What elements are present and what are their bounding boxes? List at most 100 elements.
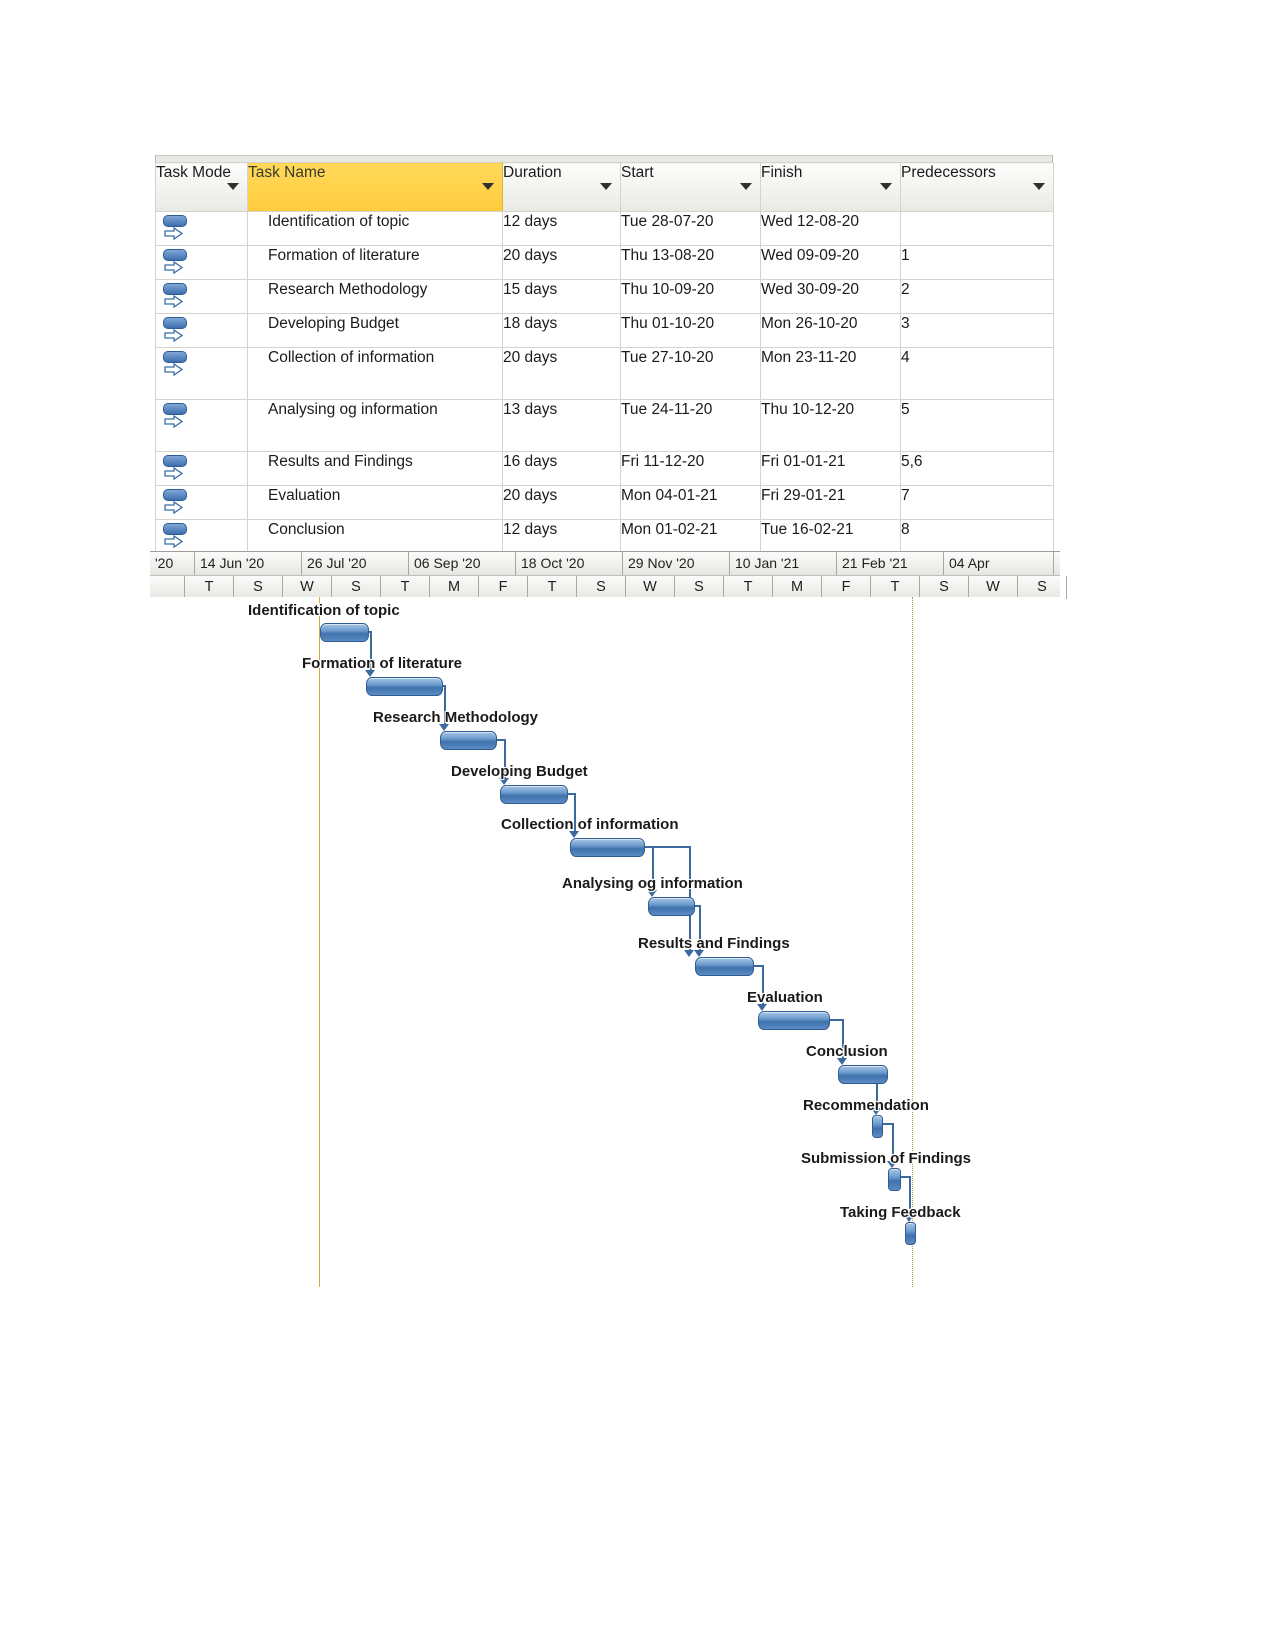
timescale-header: '20 14 Jun '20 26 Jul '20 06 Sep '20 18 Oct … (150, 551, 1067, 600)
right-arrow-icon (164, 415, 183, 428)
gantt-bar[interactable] (838, 1065, 888, 1084)
cell-predecessors[interactable]: 3 (900, 313, 1054, 348)
gantt-bar[interactable] (872, 1115, 883, 1138)
table-row[interactable]: Collection of information 20 days Tue 27-1… (155, 347, 1054, 400)
cell-duration[interactable]: 16 days (502, 451, 621, 486)
cell-task-name[interactable]: Formation of literature (247, 245, 503, 280)
gantt-bar[interactable] (440, 731, 497, 750)
gantt-chart-area[interactable]: Identification of topic Formation of lite… (150, 597, 1060, 1287)
gantt-bar[interactable] (648, 897, 695, 916)
cell-task-mode[interactable] (155, 245, 248, 280)
cell-task-name[interactable]: Evaluation (247, 485, 503, 520)
cell-predecessors[interactable]: 8 (900, 519, 1054, 554)
cell-start[interactable]: Tue 24-11-20 (620, 399, 761, 452)
cell-predecessors[interactable]: 1 (900, 245, 1054, 280)
cell-finish[interactable]: Mon 23-11-20 (760, 347, 901, 400)
cell-duration[interactable]: 20 days (502, 485, 621, 520)
cell-finish[interactable]: Wed 09-09-20 (760, 245, 901, 280)
cell-duration[interactable]: 20 days (502, 347, 621, 400)
cell-task-mode[interactable] (155, 399, 248, 452)
manually-scheduled-icon (162, 215, 188, 245)
manually-scheduled-icon (162, 489, 188, 519)
column-header-duration-label: Duration (503, 164, 562, 181)
cell-predecessors[interactable]: 5,6 (900, 451, 1054, 486)
cell-duration[interactable]: 15 days (502, 279, 621, 314)
cell-duration[interactable]: 18 days (502, 313, 621, 348)
cell-finish[interactable]: Thu 10-12-20 (760, 399, 901, 452)
cell-task-name[interactable]: Developing Budget (247, 313, 503, 348)
cell-duration[interactable]: 12 days (502, 211, 621, 246)
timescale-minor-cell: W (626, 576, 675, 599)
cell-task-mode[interactable] (155, 313, 248, 348)
cell-predecessors[interactable]: 4 (900, 347, 1054, 400)
cell-start[interactable]: Tue 28-07-20 (620, 211, 761, 246)
table-row[interactable]: Formation of literature 20 days Thu 13-08-… (155, 245, 1054, 280)
cell-start[interactable]: Thu 13-08-20 (620, 245, 761, 280)
table-row[interactable]: Research Methodology 15 days Thu 10-09-20 W… (155, 279, 1054, 314)
cell-duration[interactable]: 20 days (502, 245, 621, 280)
column-header-predecessors[interactable]: Predecessors (900, 162, 1054, 212)
gantt-bar[interactable] (905, 1222, 916, 1245)
cell-predecessors[interactable] (900, 211, 1054, 246)
filter-arrow-icon[interactable] (227, 183, 239, 190)
cell-task-name[interactable]: Collection of information (247, 347, 503, 400)
table-row[interactable]: Developing Budget 18 days Thu 01-10-20 Mon … (155, 313, 1054, 348)
table-row[interactable]: Analysing og information 13 days Tue 24-11… (155, 399, 1054, 452)
cell-task-mode[interactable] (155, 485, 248, 520)
filter-arrow-icon[interactable] (1033, 183, 1045, 190)
cell-task-mode[interactable] (155, 279, 248, 314)
timescale-minor-cell: F (822, 576, 871, 599)
gantt-bar[interactable] (366, 677, 443, 696)
cell-task-name[interactable]: Analysing og information (247, 399, 503, 452)
cell-start[interactable]: Tue 27-10-20 (620, 347, 761, 400)
timescale-major-cell: 10 Jan '21 (730, 552, 837, 575)
cell-start[interactable]: Thu 01-10-20 (620, 313, 761, 348)
column-header-start[interactable]: Start (620, 162, 761, 212)
timescale-major-row[interactable]: '20 14 Jun '20 26 Jul '20 06 Sep '20 18 Oct … (150, 551, 1060, 576)
cell-finish[interactable]: Wed 30-09-20 (760, 279, 901, 314)
table-row[interactable]: Evaluation 20 days Mon 04-01-21 Fri 29-01-2… (155, 485, 1054, 520)
cell-duration[interactable]: 12 days (502, 519, 621, 554)
cell-predecessors[interactable]: 5 (900, 399, 1054, 452)
filter-arrow-icon[interactable] (600, 183, 612, 190)
cell-start[interactable]: Fri 11-12-20 (620, 451, 761, 486)
cell-finish[interactable]: Fri 01-01-21 (760, 451, 901, 486)
cell-start[interactable]: Mon 01-02-21 (620, 519, 761, 554)
timescale-minor-cell (150, 576, 185, 599)
filter-arrow-icon[interactable] (482, 183, 494, 190)
cell-predecessors[interactable]: 7 (900, 485, 1054, 520)
cell-task-mode[interactable] (155, 347, 248, 400)
cell-start[interactable]: Mon 04-01-21 (620, 485, 761, 520)
cell-duration[interactable]: 13 days (502, 399, 621, 452)
gantt-bar[interactable] (758, 1011, 830, 1030)
pushpin-icon (163, 351, 187, 363)
gantt-bar[interactable] (695, 957, 754, 976)
cell-finish[interactable]: Tue 16-02-21 (760, 519, 901, 554)
project-grid-pane: Task Mode Task Name Duration Start Finis… (155, 155, 1054, 554)
cell-task-mode[interactable] (155, 451, 248, 486)
table-row[interactable]: Conclusion 12 days Mon 01-02-21 Tue 16-02-2… (155, 519, 1054, 554)
cell-task-name[interactable]: Research Methodology (247, 279, 503, 314)
cell-task-name[interactable]: Conclusion (247, 519, 503, 554)
table-row[interactable]: Identification of topic 12 days Tue 28-07-… (155, 211, 1054, 246)
cell-finish[interactable]: Fri 29-01-21 (760, 485, 901, 520)
cell-task-mode[interactable] (155, 211, 248, 246)
cell-predecessors[interactable]: 2 (900, 279, 1054, 314)
gantt-bar[interactable] (570, 838, 645, 857)
filter-arrow-icon[interactable] (740, 183, 752, 190)
cell-finish[interactable]: Mon 26-10-20 (760, 313, 901, 348)
table-row[interactable]: Results and Findings 16 days Fri 11-12-20 F… (155, 451, 1054, 486)
cell-finish[interactable]: Wed 12-08-20 (760, 211, 901, 246)
column-header-task-name[interactable]: Task Name (247, 162, 503, 212)
gantt-bar[interactable] (320, 623, 369, 642)
column-header-duration[interactable]: Duration (502, 162, 621, 212)
filter-arrow-icon[interactable] (880, 183, 892, 190)
column-header-task-mode[interactable]: Task Mode (155, 162, 248, 212)
gantt-bar[interactable] (500, 785, 568, 804)
cell-task-mode[interactable] (155, 519, 248, 554)
cell-task-name[interactable]: Results and Findings (247, 451, 503, 486)
column-header-finish[interactable]: Finish (760, 162, 901, 212)
gantt-bar[interactable] (888, 1168, 901, 1191)
cell-task-name[interactable]: Identification of topic (247, 211, 503, 246)
cell-start[interactable]: Thu 10-09-20 (620, 279, 761, 314)
